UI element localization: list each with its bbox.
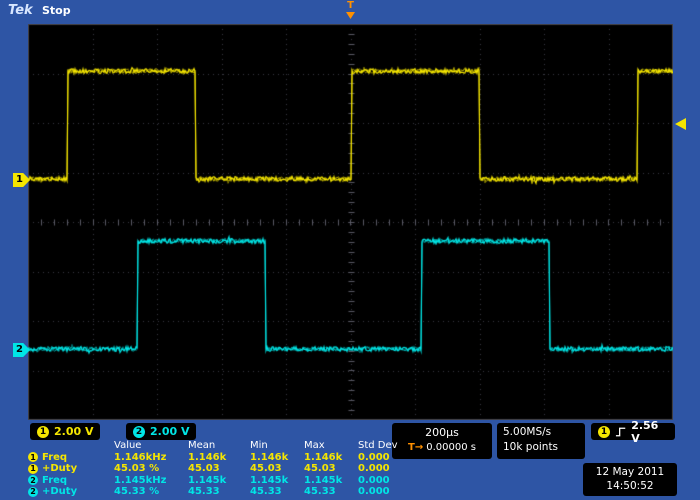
meas-std: 0.000 <box>358 475 410 487</box>
ch1-badge-icon: 1 <box>37 426 49 438</box>
meas-header-std: Std Dev <box>358 440 410 452</box>
meas-min: 45.33 <box>250 486 304 498</box>
sample-rate-value: 5.00MS/s <box>503 425 579 440</box>
ch2-badge-icon: 2 <box>28 475 38 485</box>
oscilloscope-screen: Tek Stop T 1 2 1 2.00 V 2 2.00 V 200µs T… <box>0 0 700 500</box>
trigger-level-value: 2.56 V <box>631 419 668 445</box>
meas-header-mean: Mean <box>188 440 250 452</box>
meas-mean: 1.145k <box>188 475 250 487</box>
waveform-display <box>28 24 673 420</box>
meas-name: Freq <box>42 452 67 463</box>
ch2-scale-value: 2.00 V <box>150 425 189 438</box>
meas-min: 1.145k <box>250 475 304 487</box>
meas-std: 0.000 <box>358 486 410 498</box>
meas-std: 0.000 <box>358 463 410 475</box>
meas-value: 1.146kHz <box>114 452 188 464</box>
ch2-scale-readout[interactable]: 2 2.00 V <box>126 423 196 440</box>
meas-max: 1.146k <box>304 452 358 464</box>
trigger-flag-icon: T <box>345 1 356 11</box>
ch1-badge-icon: 1 <box>28 452 38 462</box>
rising-edge-icon <box>615 426 626 438</box>
acquisition-readout: 5.00MS/s 10k points <box>497 423 585 459</box>
datetime-readout: 12 May 2011 14:50:52 <box>583 463 677 496</box>
meas-mean: 45.03 <box>188 463 250 475</box>
meas-row-label: 2 +Duty <box>28 486 114 498</box>
record-length-value: 10k points <box>503 440 579 455</box>
meas-row-label: 2 Freq <box>28 475 114 487</box>
meas-header-min: Min <box>250 440 304 452</box>
meas-value: 45.03 % <box>114 463 188 475</box>
meas-max: 45.33 <box>304 486 358 498</box>
trigger-readout[interactable]: 1 2.56 V <box>591 423 675 440</box>
meas-row-label: 1 Freq <box>28 452 114 464</box>
ch2-badge-icon: 2 <box>28 487 38 497</box>
date-value: 12 May 2011 <box>589 465 671 479</box>
meas-header-value: Value <box>114 440 188 452</box>
acquisition-status: Stop <box>42 4 71 17</box>
ch1-scale-value: 2.00 V <box>54 425 93 438</box>
meas-name: +Duty <box>42 486 77 497</box>
trigger-source-badge-icon: 1 <box>598 426 610 438</box>
meas-header-max: Max <box>304 440 358 452</box>
trigger-position-marker[interactable]: T <box>345 1 356 19</box>
trigger-position-value: 0.00000 s <box>426 442 476 453</box>
meas-min: 1.146k <box>250 452 304 464</box>
time-value: 14:50:52 <box>589 479 671 493</box>
meas-name: Freq <box>42 475 67 486</box>
meas-max: 1.145k <box>304 475 358 487</box>
trigger-level-marker[interactable] <box>675 118 686 130</box>
trigger-position-icon: T→ <box>408 442 423 453</box>
meas-mean: 45.33 <box>188 486 250 498</box>
meas-std: 0.000 <box>358 452 410 464</box>
meas-max: 45.03 <box>304 463 358 475</box>
meas-min: 45.03 <box>250 463 304 475</box>
tek-logo: Tek <box>8 3 33 18</box>
meas-name: +Duty <box>42 463 77 474</box>
timebase-value: 200µs <box>398 425 486 440</box>
meas-mean: 1.146k <box>188 452 250 464</box>
ch2-badge-icon: 2 <box>133 426 145 438</box>
meas-value: 45.33 % <box>114 486 188 498</box>
ch1-scale-readout[interactable]: 1 2.00 V <box>30 423 100 440</box>
trigger-arrow-down-icon <box>346 12 355 19</box>
meas-value: 1.145kHz <box>114 475 188 487</box>
meas-row-label: 1 +Duty <box>28 463 114 475</box>
ch1-badge-icon: 1 <box>28 464 38 474</box>
measurement-table: Value Mean Min Max Std Dev 1 Freq 1.146k… <box>28 440 410 498</box>
